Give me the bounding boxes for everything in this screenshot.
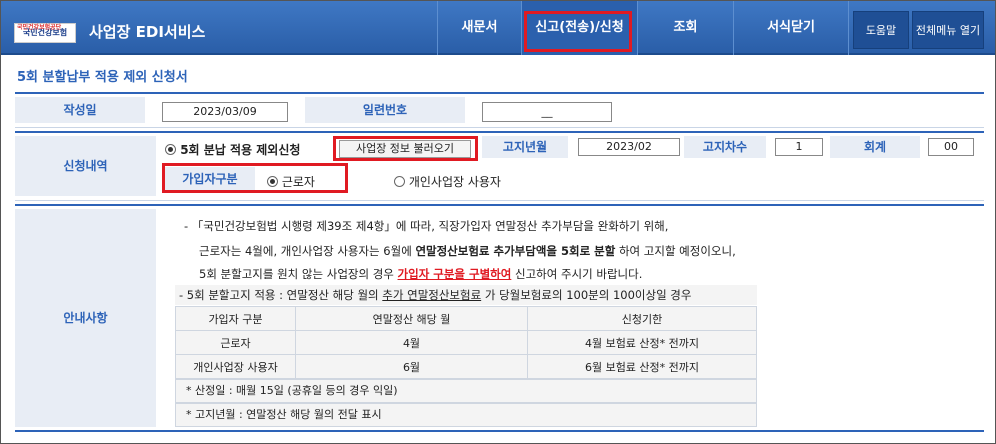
table-cell: 6월 <box>295 354 528 379</box>
exclude-option[interactable]: 5회 분납 적용 제외신청 <box>165 141 300 158</box>
note-calc-date: * 산정일 : 매월 15일 (공휴일 등의 경우 익일) <box>175 379 757 403</box>
nav-inquiry[interactable]: 조회 <box>637 1 733 55</box>
write-date-label: 작성일 <box>15 97 145 123</box>
help-button[interactable]: 도움말 <box>853 11 909 49</box>
write-date-field[interactable]: 2023/03/09 <box>162 102 288 122</box>
notice-ym-label: 고지년월 <box>482 136 568 158</box>
serial-number-field[interactable]: __ <box>482 102 612 122</box>
notice-count-field[interactable]: 1 <box>775 138 823 156</box>
table-cell: 근로자 <box>175 330 296 355</box>
row-divider <box>15 200 984 201</box>
table-header-row: 가입자 구분 연말정산 해당 월 신청기한 <box>175 306 757 331</box>
account-label: 회계 <box>830 136 920 158</box>
row-divider <box>15 127 984 128</box>
account-field[interactable]: 00 <box>928 138 974 156</box>
guide-line-2: 근로자는 4월에, 개인사업장 사용자는 6월에 연말정산보험료 추가부담액을 … <box>199 244 736 258</box>
table-header: 신청기한 <box>527 306 757 331</box>
serial-number-label: 일련번호 <box>305 97 465 123</box>
table-cell: 4월 보험료 산정* 전까지 <box>527 330 757 355</box>
table-row: 개인사업장 사용자 6월 6월 보험료 산정* 전까지 <box>175 354 757 379</box>
guide-line-3: 5회 분할고지를 원치 않는 사업장의 경우 가입자 구분을 구별하여 신고하여… <box>199 267 643 281</box>
notice-count-label: 고지차수 <box>684 136 766 158</box>
top-navigation-bar: 국민건강보험공단 국민건강보험 사업장 EDI서비스 새문서 신고(전송)/신청… <box>1 1 995 55</box>
table-header: 연말정산 해당 월 <box>295 306 528 331</box>
app-title: 사업장 EDI서비스 <box>89 23 206 41</box>
table-cell: 4월 <box>295 330 528 355</box>
type-self-employed-radio[interactable] <box>394 176 405 187</box>
table-row: 근로자 4월 4월 보험료 산정* 전까지 <box>175 330 757 355</box>
exclude-radio[interactable] <box>165 144 176 155</box>
apply-details-label: 신청내역 <box>15 136 156 196</box>
table-header: 가입자 구분 <box>175 306 296 331</box>
section-rule <box>15 131 984 133</box>
table-cell: 개인사업장 사용자 <box>175 354 296 379</box>
highlight-nav-report <box>524 11 632 52</box>
highlight-subscriber-type <box>162 163 348 193</box>
guide-label: 안내사항 <box>15 209 156 427</box>
nav-new-document[interactable]: 새문서 <box>437 1 521 55</box>
deadline-table: 가입자 구분 연말정산 해당 월 신청기한 근로자 4월 4월 보험료 산정* … <box>175 306 757 379</box>
guide-sub-line: - 5회 분할고지 적용 : 연말정산 해당 월의 추가 연말정산보험료 가 당… <box>175 285 757 305</box>
all-menu-button[interactable]: 전체메뉴 열기 <box>912 11 984 49</box>
section-rule <box>15 204 984 206</box>
guide-line-1: - 「국민건강보험법 시행령 제39조 제4항」에 따라, 직장가입자 연말정산… <box>184 219 669 233</box>
highlight-load-button <box>333 136 478 161</box>
section-bottom-rule <box>15 430 984 432</box>
notice-ym-field[interactable]: 2023/02 <box>578 138 680 156</box>
note-notice-ym: * 고지년월 : 연말정산 해당 월의 전달 표시 <box>175 403 757 427</box>
table-cell: 6월 보험료 산정* 전까지 <box>527 354 757 379</box>
nhis-logo: 국민건강보험공단 국민건강보험 <box>14 23 76 43</box>
section-top-rule <box>15 92 984 94</box>
nav-close-form[interactable]: 서식닫기 <box>733 1 849 55</box>
type-self-employed-option[interactable]: 개인사업장 사용자 <box>394 173 501 190</box>
page-title: 5회 분할납부 적용 제외 신청서 <box>17 70 188 85</box>
